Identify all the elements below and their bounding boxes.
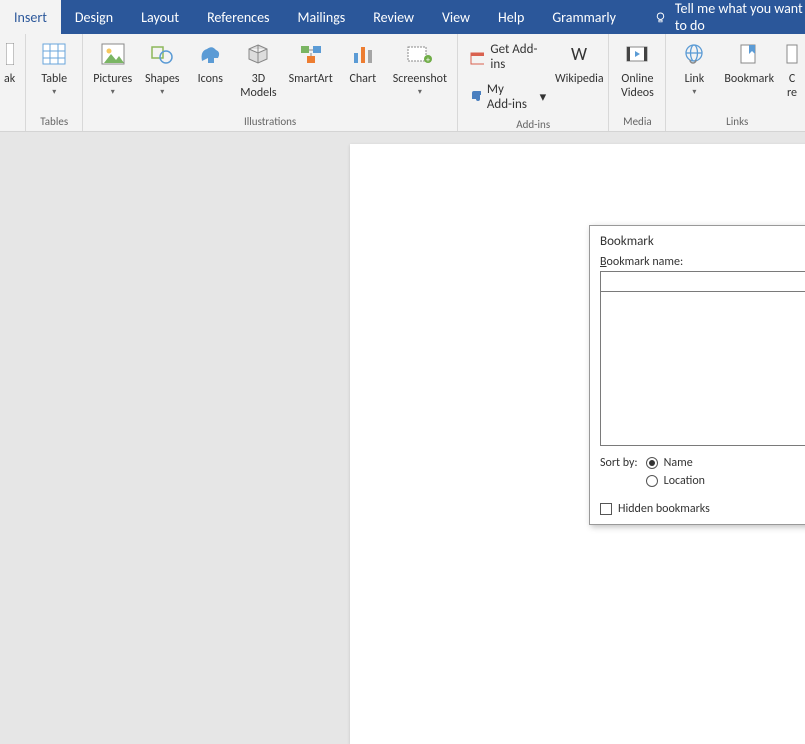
- tab-help[interactable]: Help: [484, 0, 538, 34]
- link-button[interactable]: Link ▾: [672, 38, 716, 100]
- icons-button[interactable]: Icons: [188, 38, 232, 88]
- tell-me-search[interactable]: Tell me what you want to do: [654, 0, 805, 34]
- bookmark-name-input[interactable]: [600, 271, 805, 291]
- bookmark-icon: [737, 43, 761, 65]
- link-icon: [682, 43, 706, 65]
- tab-design[interactable]: Design: [61, 0, 127, 34]
- addins-group: Get Add-ins My Add-ins ▾ W Wikipedia Add…: [458, 34, 609, 131]
- pictures-icon: [101, 43, 125, 65]
- lightbulb-icon: [654, 9, 667, 25]
- my-addins-icon: [470, 89, 481, 105]
- ribbon-tabs: Insert Design Layout References Mailings…: [0, 0, 805, 34]
- bookmark-dialog: Bookmark Bookmark name: Sort by: Name Lo…: [589, 225, 805, 525]
- chart-button[interactable]: Chart: [341, 38, 385, 88]
- cross-ref-icon: [786, 43, 798, 65]
- media-group: Online Videos Media: [609, 34, 666, 131]
- tab-mailings[interactable]: Mailings: [284, 0, 360, 34]
- caret-down-icon: ▾: [52, 88, 56, 98]
- svg-text:+: +: [426, 55, 430, 65]
- caret-down-icon: ▾: [418, 88, 422, 98]
- icons-icon: [198, 43, 222, 65]
- store-icon: [470, 49, 484, 65]
- caret-down-icon: ▾: [540, 90, 547, 105]
- wikipedia-button[interactable]: W Wikipedia: [556, 38, 602, 88]
- tab-references[interactable]: References: [193, 0, 283, 34]
- smartart-icon: [299, 43, 323, 65]
- dialog-title: Bookmark: [590, 226, 805, 255]
- tell-me-label: Tell me what you want to do: [675, 0, 805, 34]
- sort-location-radio[interactable]: Location: [646, 474, 705, 488]
- pages-group-label: [0, 126, 19, 131]
- bookmark-list[interactable]: [600, 291, 805, 446]
- hidden-bookmarks-checkbox[interactable]: Hidden bookmarks: [600, 502, 805, 516]
- sort-by-label: Sort by:: [600, 456, 638, 470]
- illustrations-group-label: Illustrations: [89, 113, 451, 131]
- caret-down-icon: ▾: [692, 88, 696, 98]
- caret-down-icon: ▾: [111, 88, 115, 98]
- wikipedia-icon: W: [567, 43, 591, 65]
- get-addins-button[interactable]: Get Add-ins: [464, 38, 552, 76]
- video-icon: [625, 43, 649, 65]
- cross-reference-button[interactable]: C re: [782, 38, 802, 103]
- my-addins-label: My Add-ins: [487, 82, 528, 112]
- get-addins-label: Get Add-ins: [490, 42, 546, 72]
- smartart-button[interactable]: SmartArt: [285, 38, 337, 88]
- svg-text:W: W: [571, 43, 587, 65]
- tables-group: Table ▾ Tables: [26, 34, 83, 131]
- table-icon: [42, 43, 66, 65]
- tab-review[interactable]: Review: [359, 0, 428, 34]
- addins-group-label: Add-ins: [464, 116, 602, 134]
- links-group-label: Links: [672, 113, 802, 131]
- links-group: Link ▾ Bookmark C re Links: [666, 34, 805, 131]
- screenshot-button[interactable]: + Screenshot ▾: [389, 38, 451, 100]
- illustrations-group: Pictures ▾ Shapes ▾ Icons 3D Models Smar…: [83, 34, 458, 131]
- table-button[interactable]: Table ▾: [32, 38, 76, 100]
- tab-view[interactable]: View: [428, 0, 484, 34]
- radio-icon: [646, 475, 658, 487]
- shapes-button[interactable]: Shapes ▾: [140, 38, 184, 100]
- 3d-models-button[interactable]: 3D Models: [236, 38, 280, 103]
- page-break-icon: [6, 43, 14, 65]
- shapes-icon: [150, 43, 174, 65]
- media-group-label: Media: [615, 113, 659, 131]
- cube-icon: [246, 43, 270, 65]
- online-videos-button[interactable]: Online Videos: [615, 38, 659, 103]
- checkbox-icon: [600, 503, 612, 515]
- bookmark-name-label: Bookmark name:: [600, 255, 805, 269]
- ribbon: ak Table ▾ Tables Pictures ▾ Shapes: [0, 34, 805, 132]
- pictures-button[interactable]: Pictures ▾: [89, 38, 136, 100]
- tab-layout[interactable]: Layout: [127, 0, 193, 34]
- chart-icon: [351, 43, 375, 65]
- my-addins-button[interactable]: My Add-ins ▾: [464, 78, 552, 116]
- screenshot-icon: +: [406, 43, 434, 65]
- tab-insert[interactable]: Insert: [0, 0, 61, 34]
- tables-group-label: Tables: [32, 113, 76, 131]
- sort-name-radio[interactable]: Name: [646, 456, 705, 470]
- radio-icon: [646, 457, 658, 469]
- tab-grammarly[interactable]: Grammarly: [538, 0, 630, 34]
- bookmark-button[interactable]: Bookmark: [720, 38, 778, 88]
- caret-down-icon: ▾: [160, 88, 164, 98]
- page-break-button[interactable]: ak: [0, 38, 19, 88]
